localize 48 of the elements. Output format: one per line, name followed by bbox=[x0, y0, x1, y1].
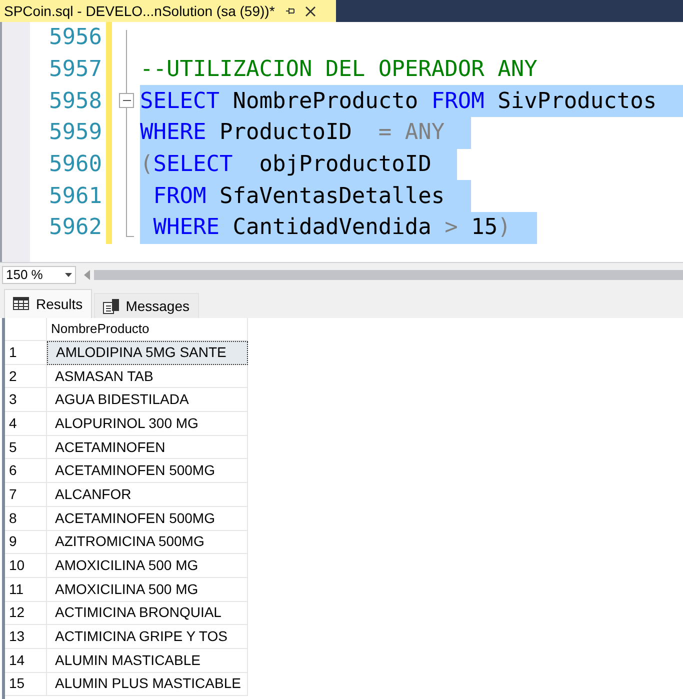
line-number: 5961 bbox=[49, 182, 102, 211]
table-cell[interactable]: ALUMIN MASTICABLE bbox=[47, 648, 248, 673]
table-cell[interactable]: ALOPURINOL 300 MG bbox=[47, 412, 248, 436]
row-number: 15 bbox=[5, 672, 47, 696]
zoom-dropdown[interactable]: 150 % bbox=[2, 266, 76, 284]
row-number: 11 bbox=[5, 578, 47, 602]
row-number: 12 bbox=[5, 602, 47, 626]
row-number: 8 bbox=[5, 506, 47, 530]
row-number: 2 bbox=[5, 364, 47, 388]
document-tab[interactable]: SPCoin.sql - DEVELO...nSolution (sa (59))* bbox=[0, 0, 336, 22]
table-cell[interactable]: AMOXICILINA 500 MG bbox=[47, 578, 248, 602]
row-number: 9 bbox=[5, 530, 47, 554]
line-number: 5960 bbox=[49, 151, 102, 180]
line-number: 5959 bbox=[49, 119, 102, 148]
line-number: 5957 bbox=[49, 56, 102, 84]
table-cell[interactable]: AMOXICILINA 500 MG bbox=[47, 554, 248, 578]
row-number: 5 bbox=[5, 436, 47, 460]
grid-icon bbox=[13, 296, 29, 312]
row-number: 13 bbox=[5, 625, 47, 649]
table-cell[interactable]: ALUMIN PLUS MASTICABLE bbox=[47, 672, 248, 696]
table-cell[interactable]: ACTIMICINA BRONQUIAL bbox=[47, 602, 248, 626]
document-icon bbox=[102, 298, 119, 314]
table-cell[interactable]: AMLODIPINA 5MG SANTE bbox=[47, 341, 248, 365]
table-cell[interactable]: ACTIMICINA GRIPE Y TOS bbox=[47, 625, 248, 649]
line-number: 5956 bbox=[49, 24, 102, 52]
table-cell[interactable]: ACETAMINOFEN bbox=[47, 436, 248, 460]
row-number: 3 bbox=[5, 388, 47, 412]
table-cell[interactable]: ACETAMINOFEN 500MG bbox=[47, 459, 248, 484]
row-number: 7 bbox=[5, 483, 47, 507]
collapse-toggle[interactable] bbox=[119, 93, 134, 108]
caret-icon[interactable] bbox=[65, 272, 72, 276]
code-line: --UTILIZACION DEL OPERADOR ANY bbox=[140, 56, 538, 84]
row-number: 4 bbox=[5, 412, 47, 436]
horizontal-scrollbar[interactable] bbox=[94, 270, 683, 280]
results-tab[interactable]: Results bbox=[4, 289, 92, 318]
line-number: 5962 bbox=[49, 214, 102, 242]
table-cell[interactable]: ACETAMINOFEN 500MG bbox=[47, 506, 248, 530]
close-icon[interactable] bbox=[304, 6, 316, 16]
line-number: 5958 bbox=[49, 88, 102, 116]
row-number: 6 bbox=[5, 459, 47, 484]
table-cell[interactable]: ASMASAN TAB bbox=[47, 364, 248, 388]
results-tab[interactable]: Messages bbox=[94, 293, 198, 318]
pin-icon[interactable] bbox=[284, 6, 295, 16]
row-number: 10 bbox=[5, 554, 47, 578]
table-cell[interactable]: ALCANFOR bbox=[47, 483, 248, 507]
row-number: 14 bbox=[5, 648, 47, 673]
table-cell[interactable]: AGUA BIDESTILADA bbox=[47, 388, 248, 412]
table-cell[interactable]: AZITROMICINA 500MG bbox=[47, 530, 248, 554]
